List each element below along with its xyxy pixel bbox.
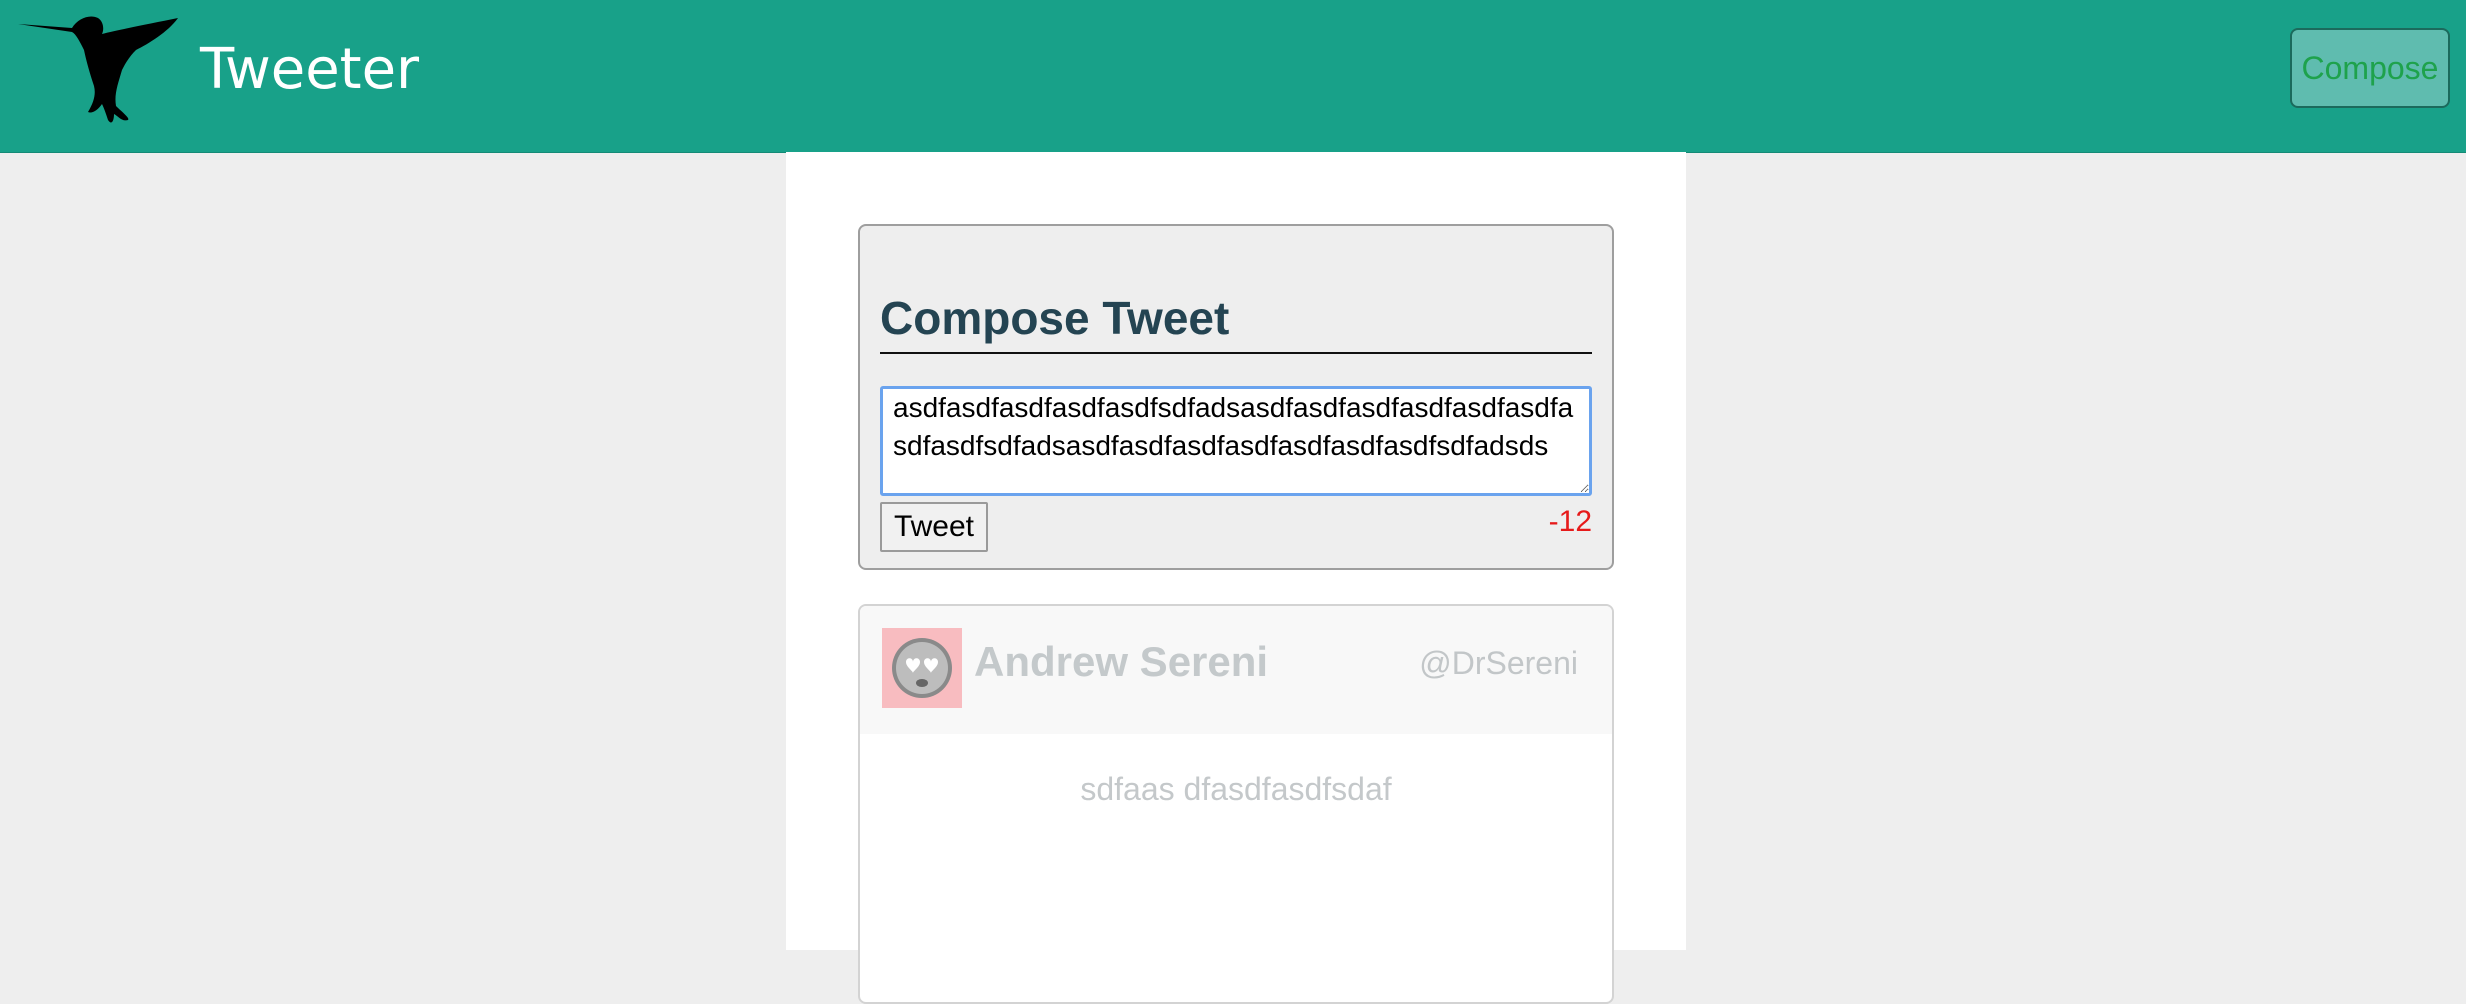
tweet-submit-button[interactable]: Tweet xyxy=(880,502,988,552)
heart-eyes-emoji-avatar xyxy=(882,628,962,708)
tweet-card: Andrew Sereni @DrSereni sdfaas dfasdfasd… xyxy=(858,604,1614,1004)
tweet-author-handle: @DrSereni xyxy=(1419,645,1578,681)
compose-tweet-form: Compose Tweet asdfasdfasdfasdfasdfsdfads… xyxy=(858,224,1614,570)
compose-title: Compose Tweet xyxy=(880,286,1592,354)
tweet-header: Andrew Sereni @DrSereni xyxy=(860,606,1612,734)
main-container: Compose Tweet asdfasdfasdfasdfasdfsdfads… xyxy=(786,152,1686,1004)
hummingbird-icon xyxy=(18,16,178,123)
tweet-content: sdfaas dfasdfasdfsdaf xyxy=(1080,771,1392,807)
tweet-textarea[interactable]: asdfasdfasdfasdfasdfsdfadsasdfasdfasdfas… xyxy=(880,386,1592,496)
tweet-author-name: Andrew Sereni xyxy=(974,638,1269,685)
compose-button[interactable]: Compose xyxy=(2290,28,2450,108)
top-navbar: Tweeter Compose xyxy=(0,0,2466,153)
character-counter: -12 xyxy=(1548,505,1592,538)
brand-title[interactable]: Tweeter xyxy=(200,30,419,110)
